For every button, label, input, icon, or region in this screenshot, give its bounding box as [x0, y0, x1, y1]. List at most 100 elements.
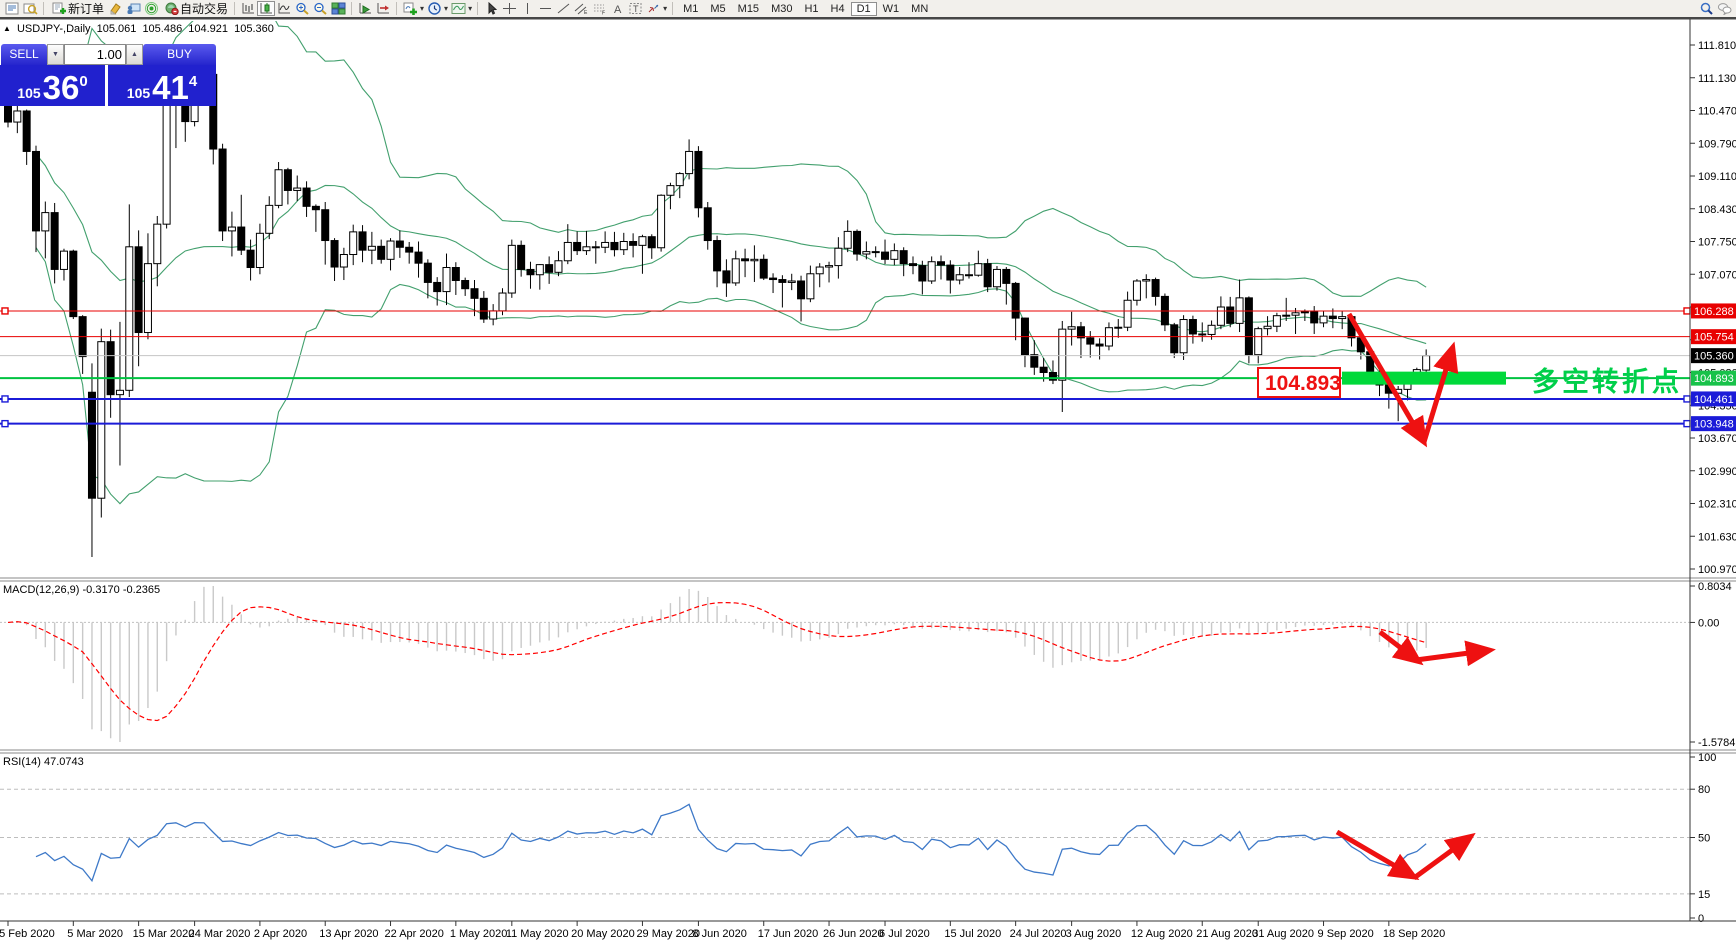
turning-point-text: 多空转折点 [1532, 366, 1682, 397]
macd-title: MACD(12,26,9) [3, 584, 79, 596]
tile-windows-icon[interactable] [329, 1, 347, 16]
quote-bar: ▲ USDJPY-,Daily 105.061 105.486 104.921 … [3, 23, 277, 35]
svg-text:111.810: 111.810 [1698, 40, 1736, 52]
time-axis-label: 31 Aug 2020 [1252, 928, 1314, 940]
svg-text:80: 80 [1698, 784, 1710, 796]
buy-price-pips: 41 [152, 73, 189, 103]
svg-text:E: E [584, 10, 588, 15]
time-axis-label: 24 Mar 2020 [189, 928, 251, 940]
svg-text:106.288: 106.288 [1694, 306, 1734, 318]
svg-text:103.670: 103.670 [1698, 433, 1736, 445]
time-axis-label: 8 Jun 2020 [692, 928, 746, 940]
timeframe-m5[interactable]: M5 [704, 2, 731, 16]
toolbar-separator [477, 2, 478, 15]
market-watch-icon[interactable] [3, 1, 21, 16]
new-order-icon [50, 1, 68, 16]
time-axis-label: 21 Aug 2020 [1196, 928, 1258, 940]
bar-chart-mode-icon[interactable] [239, 1, 257, 16]
timeframe-h4[interactable]: H4 [825, 2, 851, 16]
new-chart-icon[interactable] [401, 1, 419, 16]
zoom-in-icon[interactable] [293, 1, 311, 16]
periods-dropdown-icon[interactable]: ▾ [444, 4, 448, 13]
metaeditor-icon[interactable] [106, 1, 124, 16]
time-axis-label: 20 May 2020 [571, 928, 635, 940]
chart-canvas[interactable]: 111.810111.130110.470109.790109.110108.4… [0, 0, 1736, 945]
svg-text:110.470: 110.470 [1698, 106, 1736, 118]
timeframe-w1[interactable]: W1 [877, 2, 906, 16]
buy-price-point: 4 [189, 73, 197, 90]
new-chart-dropdown-icon[interactable]: ▾ [420, 4, 424, 13]
time-axis-label: 12 Aug 2020 [1131, 928, 1193, 940]
buy-price-prefix: 105 [127, 85, 150, 101]
new-order-button[interactable]: 新订单 [48, 0, 106, 17]
time-axis-label: 11 May 2020 [506, 928, 569, 940]
volume-decrease-button[interactable]: ▼ [47, 44, 64, 65]
timeframe-m30[interactable]: M30 [765, 2, 798, 16]
timeframe-h1[interactable]: H1 [798, 2, 824, 16]
periods-clock-icon[interactable] [425, 1, 443, 16]
time-axis-label: 5 Mar 2020 [67, 928, 123, 940]
symbol-period-label: USDJPY-,Daily [17, 23, 91, 35]
sell-price-display[interactable]: 105 36 0 [0, 65, 108, 106]
timeframe-m1[interactable]: M1 [677, 2, 704, 16]
time-axis-label: 24 Jul 2020 [1010, 928, 1067, 940]
zoom-out-icon[interactable] [311, 1, 329, 16]
text-tool-icon[interactable]: A [608, 1, 626, 16]
shapes-dropdown-icon[interactable]: ▾ [663, 4, 667, 13]
volume-increase-button[interactable]: ▲ [126, 44, 143, 65]
svg-text:0.8034: 0.8034 [1698, 581, 1732, 593]
timeframe-m15[interactable]: M15 [732, 2, 765, 16]
sell-price-prefix: 105 [17, 85, 40, 101]
data-window-icon[interactable] [21, 1, 39, 16]
svg-text:T: T [633, 4, 639, 14]
line-handle [1684, 396, 1690, 402]
svg-text:105.754: 105.754 [1694, 332, 1734, 344]
volume-input[interactable] [64, 44, 126, 65]
chat-icon[interactable] [1715, 1, 1733, 16]
candlestick-chart-mode-icon[interactable] [257, 1, 275, 16]
equidistant-channel-tool-icon[interactable]: E [572, 1, 590, 16]
strategy-tester-icon[interactable] [124, 1, 142, 16]
vertical-line-tool-icon[interactable] [518, 1, 536, 16]
text-label-tool-icon[interactable]: T [626, 1, 644, 16]
timeframe-d1[interactable]: D1 [851, 2, 877, 16]
line-chart-mode-icon[interactable] [275, 1, 293, 16]
chart-shift-icon[interactable] [374, 1, 392, 16]
signals-icon[interactable] [142, 1, 160, 16]
svg-text:-1.5784: -1.5784 [1698, 737, 1735, 749]
price-label-text: 104.893 [1265, 372, 1341, 395]
time-axis-label: 29 May 2020 [636, 928, 700, 940]
shapes-tool-icon[interactable] [644, 1, 662, 16]
buy-button[interactable]: BUY [143, 44, 216, 65]
svg-text:107.070: 107.070 [1698, 269, 1736, 281]
svg-text:0: 0 [1698, 913, 1704, 925]
templates-dropdown-icon[interactable]: ▾ [468, 4, 472, 13]
autotrading-button[interactable]: 自动交易 [160, 0, 230, 17]
timeframe-mn[interactable]: MN [905, 2, 934, 16]
cursor-tool-icon[interactable] [482, 1, 500, 16]
svg-text:109.110: 109.110 [1698, 171, 1736, 183]
svg-text:A: A [614, 4, 622, 15]
crosshair-tool-icon[interactable] [500, 1, 518, 16]
auto-scroll-icon[interactable] [356, 1, 374, 16]
templates-icon[interactable] [449, 1, 467, 16]
quote-close: 105.360 [234, 23, 274, 35]
svg-text:0.00: 0.00 [1698, 617, 1719, 629]
fibonacci-tool-icon[interactable]: F [590, 1, 608, 16]
buy-price-display[interactable]: 105 41 4 [108, 65, 216, 106]
line-handle [1684, 421, 1690, 427]
sell-button[interactable]: SELL [1, 44, 47, 65]
time-axis-label: 9 Sep 2020 [1318, 928, 1374, 940]
svg-text:101.630: 101.630 [1698, 531, 1736, 543]
toolbar-separator [351, 2, 352, 15]
horizontal-line-tool-icon[interactable] [536, 1, 554, 16]
svg-text:103.948: 103.948 [1694, 419, 1734, 431]
search-icon[interactable] [1697, 1, 1715, 16]
time-axis-label: 26 Jun 2020 [823, 928, 884, 940]
line-handle [2, 308, 8, 314]
autotrading-icon [162, 1, 180, 16]
time-axis-label: 22 Apr 2020 [385, 928, 444, 940]
trendline-tool-icon[interactable] [554, 1, 572, 16]
line-handle [2, 421, 8, 427]
svg-text:104.461: 104.461 [1694, 394, 1734, 406]
